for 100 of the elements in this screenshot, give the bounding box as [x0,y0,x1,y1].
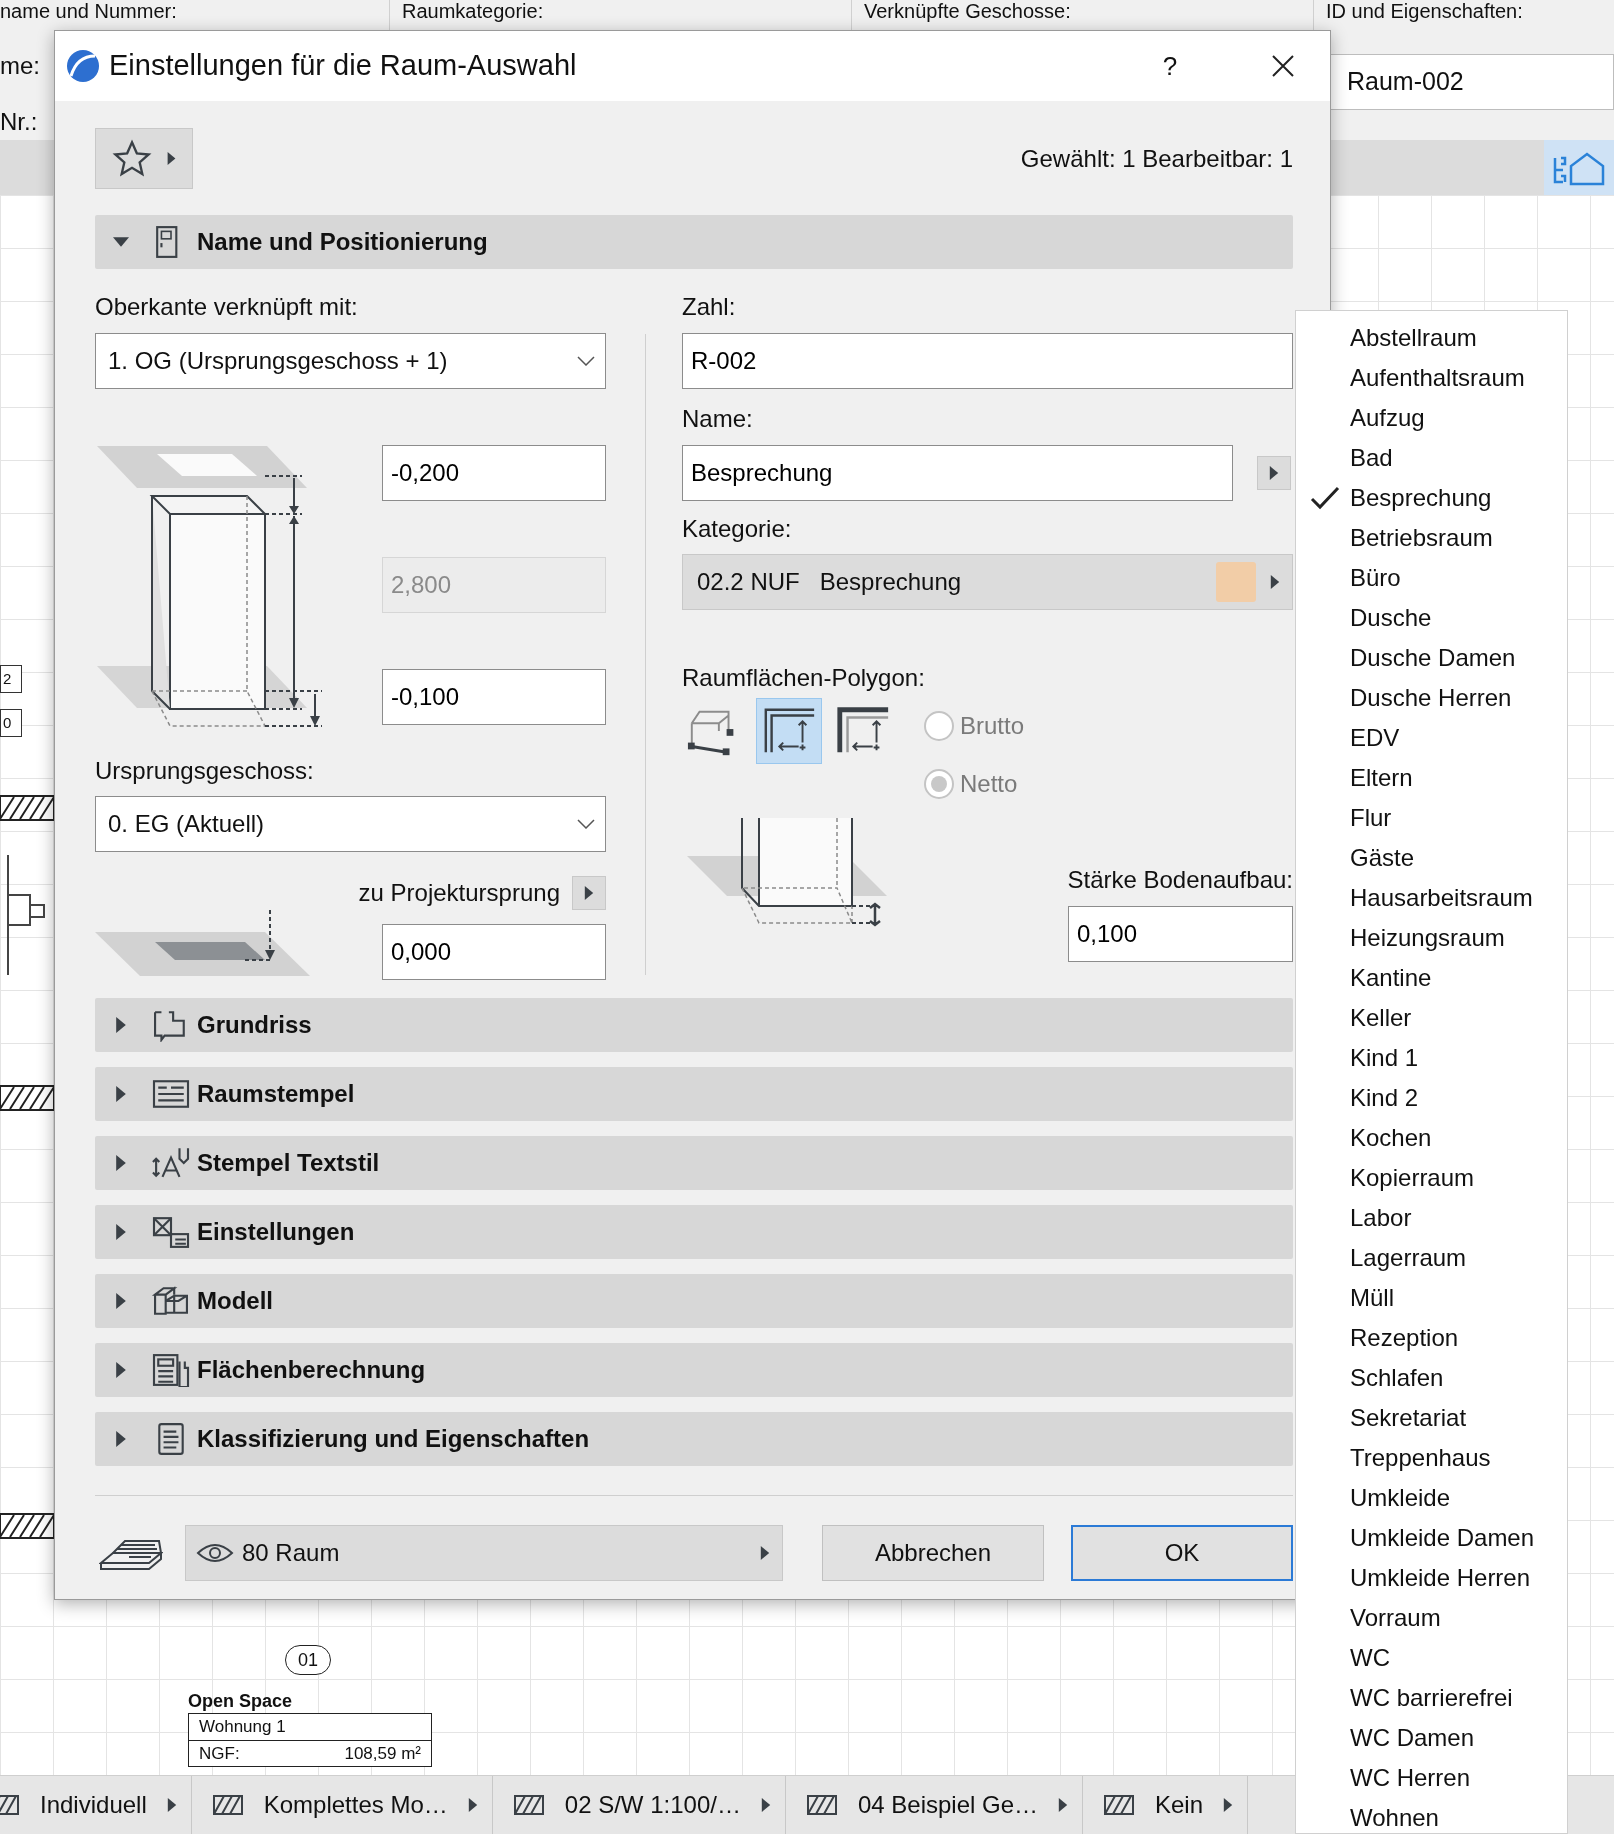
status-bar-item[interactable]: Individuell [0,1776,192,1834]
list-item[interactable]: Flur [1296,798,1567,838]
section-header[interactable]: Grundriss [95,998,1293,1052]
list-item[interactable]: WC Damen [1296,1718,1567,1758]
section-header[interactable]: Stempel Textstil [95,1136,1293,1190]
list-item[interactable]: Aufenthaltsraum [1296,358,1567,398]
input-field[interactable]: -0,100 [382,669,606,725]
list-item[interactable]: Eltern [1296,758,1567,798]
section-title: Name und Positionierung [197,227,488,257]
field-label: Stärke Bodenaufbau: [1067,865,1293,895]
column-heading: Raumkategorie: [402,0,544,22]
list-item[interactable]: Kind 1 [1296,1038,1567,1078]
layer-name: 80 Raum [242,1538,340,1568]
list-item[interactable]: WC barrierefrei [1296,1678,1567,1718]
menu-arrow-button[interactable] [572,876,606,910]
stamp-value: 108,59 m² [344,1742,421,1765]
status-bar-item[interactable]: 02 S/W 1:100/… [492,1776,786,1834]
status-bar-item[interactable]: 04 Beispiel Ge… [785,1776,1083,1834]
list-item[interactable]: Keller [1296,998,1567,1038]
section-header[interactable]: Modell [95,1274,1293,1328]
section-title: Raumstempel [197,1079,355,1109]
list-item[interactable]: Hausarbeitsraum [1296,878,1567,918]
list-item[interactable]: Gäste [1296,838,1567,878]
section-title: Flächenberechnung [197,1355,426,1385]
menu-arrow-button[interactable] [1257,456,1291,490]
checkmark-icon [1310,485,1340,511]
list-item[interactable]: Kopierraum [1296,1158,1567,1198]
section-header[interactable]: Einstellungen [95,1205,1293,1259]
app-logo-icon [65,48,101,84]
section-header[interactable]: Raumstempel [95,1067,1293,1121]
list-item[interactable]: Dusche Damen [1296,638,1567,678]
dimension-mark: 0 [0,709,22,737]
section-header[interactable]: Flächenberechnung [95,1343,1293,1397]
caret-icon [758,1546,772,1560]
list-item[interactable]: Dusche [1296,598,1567,638]
boxes-icon [151,1284,191,1318]
list-item[interactable]: Kochen [1296,1118,1567,1158]
input-field[interactable]: R-002 [682,333,1293,389]
input-field[interactable]: Besprechung [682,445,1233,501]
list-item[interactable]: Bad [1296,438,1567,478]
input-field[interactable]: 0,000 [382,924,606,980]
chevron-down-icon [577,356,595,366]
help-button[interactable]: ? [1140,41,1200,91]
list-item[interactable]: WC Herren [1296,1758,1567,1798]
list-item[interactable]: Umkleide [1296,1478,1567,1518]
list-item[interactable]: Rezeption [1296,1318,1567,1358]
list-item[interactable]: EDV [1296,718,1567,758]
list-item[interactable]: Büro [1296,558,1567,598]
polygon-mode-button[interactable] [756,698,822,764]
list-item[interactable]: Müll [1296,1278,1567,1318]
category-name: Besprechung [819,567,962,597]
dropdown-select[interactable]: 0. EG (Aktuell) [95,796,606,852]
list-item[interactable]: Schlafen [1296,1358,1567,1398]
section-title: Stempel Textstil [197,1148,380,1178]
list-item[interactable]: Vorraum [1296,1598,1567,1638]
list-item[interactable]: Umkleide Herren [1296,1558,1567,1598]
list-item[interactable]: Treppenhaus [1296,1438,1567,1478]
room-name: Open Space [188,1690,293,1713]
status-bar-label: 02 S/W 1:100/… [564,1790,741,1820]
section-header[interactable]: Name und Positionierung [95,215,1293,269]
list-item[interactable]: Labor [1296,1198,1567,1238]
cancel-button[interactable]: Abbrechen [822,1525,1044,1581]
list-item[interactable]: Aufzug [1296,398,1567,438]
field-label: Zahl: [682,292,737,322]
status-bar-item[interactable]: Komplettes Mo… [191,1776,493,1834]
list-item[interactable]: Dusche Herren [1296,678,1567,718]
category-select[interactable]: 02.2 NUF Besprechung [682,554,1293,610]
status-bar-item[interactable]: Kein [1083,1776,1249,1834]
ok-button[interactable]: OK [1071,1525,1293,1581]
list-item[interactable]: WC [1296,1638,1567,1678]
field-label: Name: [682,404,754,434]
toolbar-button[interactable] [1544,140,1614,195]
caret-icon [1268,575,1282,589]
input-field[interactable]: 0,100 [1068,906,1293,962]
list-item[interactable]: Abstellraum [1296,318,1567,358]
favorites-button[interactable] [95,128,193,189]
text-size-icon [151,1146,191,1180]
list-item[interactable]: Kantine [1296,958,1567,998]
layer-select[interactable]: 80 Raum [185,1525,783,1581]
list-item[interactable]: Lagerraum [1296,1238,1567,1278]
list-item[interactable]: Kind 2 [1296,1078,1567,1118]
section-header[interactable]: Klassifizierung und Eigenschaften [95,1412,1293,1466]
list-item[interactable]: Wohnen [1296,1798,1567,1834]
list-item[interactable]: Umkleide Damen [1296,1518,1567,1558]
status-bar-label: Komplettes Mo… [263,1790,448,1820]
list-item[interactable]: Sekretariat [1296,1398,1567,1438]
input-field[interactable]: -0,200 [382,445,606,501]
list-item[interactable]: Betriebsraum [1296,518,1567,558]
star-icon [110,138,153,179]
status-bar-label: 04 Beispiel Ge… [857,1790,1038,1820]
stamp-label: Wohnung 1 [199,1716,286,1739]
column-heading: ID und Eigenschaften: [1326,0,1524,22]
caret-icon [1056,1798,1070,1812]
dropdown-select[interactable]: 1. OG (Ursprungsgeschoss + 1) [95,333,606,389]
selection-info: Gewählt: 1 Bearbeitbar: 1 [1020,143,1293,174]
list-item[interactable]: Heizungsraum [1296,918,1567,958]
section-title: Grundriss [197,1010,312,1040]
dimension-mark: 2 [0,665,22,693]
section-title: Klassifizierung und Eigenschaften [197,1424,590,1454]
field-label: Kategorie: [682,514,793,544]
